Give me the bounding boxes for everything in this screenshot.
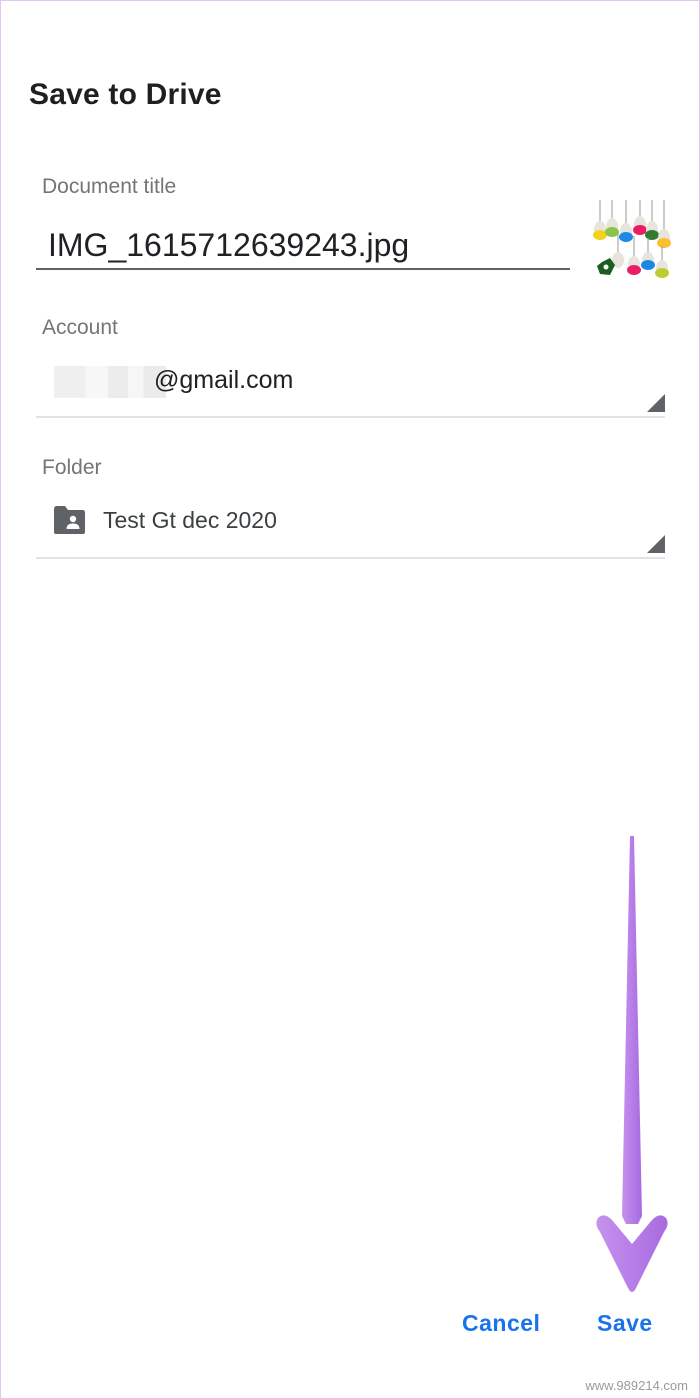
dropdown-corner-icon [647,535,665,553]
document-title-label: Document title [42,175,177,198]
folder-name: Test Gt dec 2020 [103,507,277,533]
annotation-arrow-icon [596,836,668,1292]
account-select[interactable]: @gmail.com [36,356,665,418]
account-email: @gmail.com [154,366,294,394]
cancel-button[interactable]: Cancel [456,1306,546,1341]
folder-select[interactable]: Test Gt dec 2020 [36,497,665,559]
account-label: Account [42,316,118,339]
shared-folder-icon [54,506,85,534]
image-thumbnail[interactable] [588,200,674,284]
document-title-input[interactable] [36,222,570,270]
watermark: www.989214.com [585,1378,688,1393]
folder-label: Folder [42,456,102,479]
dialog-title: Save to Drive [29,78,222,111]
save-button[interactable]: Save [591,1306,659,1341]
dropdown-corner-icon [647,394,665,412]
redacted-username [54,366,166,398]
